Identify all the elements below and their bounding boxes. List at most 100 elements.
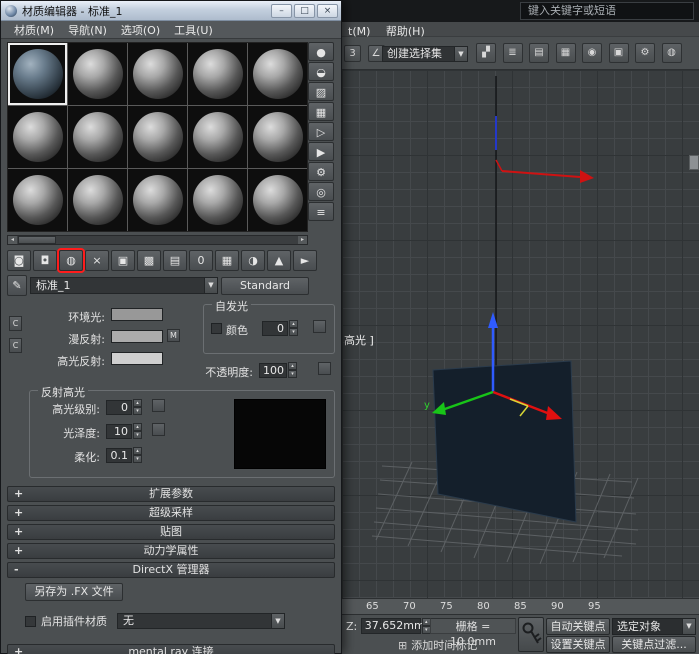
z-coordinate-field[interactable]: 37.652mm: [360, 618, 425, 634]
material-id-channel-button[interactable]: 0: [189, 250, 213, 271]
rollout-directx-manager[interactable]: - DirectX 管理器: [7, 562, 335, 578]
perspective-viewport[interactable]: y 高光 ]: [342, 70, 699, 598]
plugin-material-dropdown[interactable]: 无 ▼: [117, 613, 285, 629]
rollout-maps[interactable]: + 贴图: [7, 524, 335, 540]
chevron-down-icon[interactable]: ▼: [204, 278, 217, 293]
sample-slot[interactable]: [248, 43, 307, 105]
put-to-scene-button[interactable]: ◘: [33, 250, 57, 271]
material-editor-titlebar[interactable]: 材质编辑器 - 标准_1 – □ ×: [1, 1, 341, 21]
slots-horizontal-scrollbar[interactable]: ◂ ▸: [7, 235, 308, 245]
sample-slot[interactable]: [8, 169, 67, 231]
sample-slot[interactable]: [188, 43, 247, 105]
scroll-left-icon[interactable]: ◂: [8, 236, 17, 244]
show-map-in-viewport-button[interactable]: ▦: [215, 250, 239, 271]
video-color-check-button[interactable]: ▷: [308, 122, 334, 141]
menu-options[interactable]: 选项(O): [114, 22, 167, 38]
rollout-supersampling[interactable]: + 超级采样: [7, 505, 335, 521]
opacity-spinner[interactable]: 100 ▴ ▾: [259, 362, 297, 378]
sample-slot[interactable]: [128, 169, 187, 231]
glossiness-spinner[interactable]: 10 ▴ ▾: [106, 423, 142, 439]
diffuse-map-button[interactable]: M: [167, 329, 180, 342]
sample-slot[interactable]: [8, 106, 67, 168]
go-to-parent-button[interactable]: ▲: [267, 250, 291, 271]
search-input[interactable]: 键入关键字或短语: [520, 2, 694, 20]
ribbon-icon[interactable]: ▦: [555, 43, 576, 63]
diffuse-color-swatch[interactable]: [111, 330, 163, 343]
sample-slot[interactable]: [128, 106, 187, 168]
enable-plugin-material-checkbox[interactable]: [25, 615, 36, 627]
chevron-down-icon[interactable]: ▼: [271, 614, 284, 628]
selection-filter-dropdown[interactable]: 选定对象 ▼: [612, 618, 696, 635]
sample-slot[interactable]: [68, 106, 127, 168]
sample-slot[interactable]: [68, 43, 127, 105]
get-material-button[interactable]: ◙: [7, 250, 31, 271]
set-key-button[interactable]: 设置关键点: [546, 636, 610, 653]
go-forward-sibling-button[interactable]: ►: [293, 250, 317, 271]
sample-slot[interactable]: [248, 169, 307, 231]
add-time-tag-button[interactable]: ⊞ 添加时间标记: [398, 637, 477, 653]
render-icon[interactable]: ◍: [661, 43, 682, 63]
maximize-button[interactable]: □: [294, 3, 315, 18]
sample-slot[interactable]: [128, 43, 187, 105]
backlight-button[interactable]: ◒: [308, 62, 334, 81]
auto-key-button[interactable]: 自动关键点: [546, 618, 610, 635]
pick-material-eyedropper-icon[interactable]: ✎: [7, 275, 27, 296]
rollout-extended-parameters[interactable]: + 扩展参数: [7, 486, 335, 502]
show-end-result-button[interactable]: ◑: [241, 250, 265, 271]
sample-slot[interactable]: [68, 169, 127, 231]
self-illum-spinner[interactable]: 0 ▴ ▾: [262, 320, 298, 336]
timeline-ruler[interactable]: 65 70 75 80 85 90 95: [342, 598, 699, 615]
material-map-navigator-button[interactable]: ≡: [308, 202, 334, 221]
lock-ambient-diffuse-icon[interactable]: C: [9, 316, 22, 331]
material-type-button[interactable]: Standard: [221, 276, 309, 295]
sample-uv-tiling-button[interactable]: ▦: [308, 102, 334, 121]
key-filters-button[interactable]: 关键点过滤...: [612, 636, 696, 653]
sample-slot-selected[interactable]: [8, 43, 67, 105]
layer-manager-icon[interactable]: ▤: [529, 43, 549, 63]
viewport-side-tab[interactable]: [689, 155, 699, 170]
sample-slot[interactable]: [188, 169, 247, 231]
ambient-color-swatch[interactable]: [111, 308, 163, 321]
make-material-copy-button[interactable]: ▣: [111, 250, 135, 271]
assign-material-to-selection-button[interactable]: ◍: [59, 250, 83, 271]
schematic-view-icon[interactable]: ▣: [608, 43, 629, 63]
specular-color-swatch[interactable]: [111, 352, 163, 365]
specular-level-map-button[interactable]: [152, 399, 165, 412]
save-as-fx-file-button[interactable]: 另存为 .FX 文件: [25, 583, 123, 601]
plane-object[interactable]: [432, 360, 577, 523]
self-illum-color-checkbox[interactable]: [211, 323, 222, 334]
glossiness-map-button[interactable]: [152, 423, 165, 436]
menu-fragment[interactable]: t(M): [342, 24, 376, 38]
chevron-down-icon[interactable]: ▼: [454, 47, 467, 61]
soften-spinner[interactable]: 0.1 ▴ ▾: [106, 447, 142, 463]
make-unique-button[interactable]: ▩: [137, 250, 161, 271]
mirror-icon[interactable]: ▞: [476, 43, 496, 63]
align-icon[interactable]: ≣: [502, 43, 523, 63]
lock-diffuse-specular-icon[interactable]: C: [9, 338, 22, 353]
minimize-button[interactable]: –: [271, 3, 292, 18]
snap-toggle-icon[interactable]: 3: [344, 45, 361, 62]
specular-level-spinner[interactable]: 0 ▴ ▾: [106, 399, 142, 415]
rollout-mental-ray-connection[interactable]: + mental ray 连接: [7, 644, 335, 654]
render-setup-icon[interactable]: ⚙: [635, 43, 655, 63]
sample-type-button[interactable]: ●: [308, 42, 334, 61]
selection-set-dropdown[interactable]: 创建选择集 ▼: [382, 46, 468, 62]
options-button[interactable]: ⚙: [308, 162, 334, 181]
sample-slot[interactable]: [248, 106, 307, 168]
put-to-library-button[interactable]: ▤: [163, 250, 187, 271]
self-illum-map-button[interactable]: [313, 320, 326, 333]
menu-utilities[interactable]: 工具(U): [167, 22, 220, 38]
set-keys-button[interactable]: [518, 617, 544, 652]
rollout-dynamics-properties[interactable]: + 动力学属性: [7, 543, 335, 559]
make-preview-button[interactable]: ▶: [308, 142, 334, 161]
chevron-down-icon[interactable]: ▼: [682, 619, 695, 634]
close-button[interactable]: ×: [317, 3, 338, 18]
background-button[interactable]: ▨: [308, 82, 334, 101]
reset-map-button[interactable]: ×: [85, 250, 109, 271]
sample-slot[interactable]: [188, 106, 247, 168]
menu-navigation[interactable]: 导航(N): [61, 22, 114, 38]
scrollbar-thumb[interactable]: [18, 236, 56, 244]
gizmo-x-arrow[interactable]: [580, 170, 594, 183]
material-name-dropdown[interactable]: 标准_1 ▼: [30, 277, 218, 294]
curve-editor-icon[interactable]: ◉: [582, 43, 602, 63]
